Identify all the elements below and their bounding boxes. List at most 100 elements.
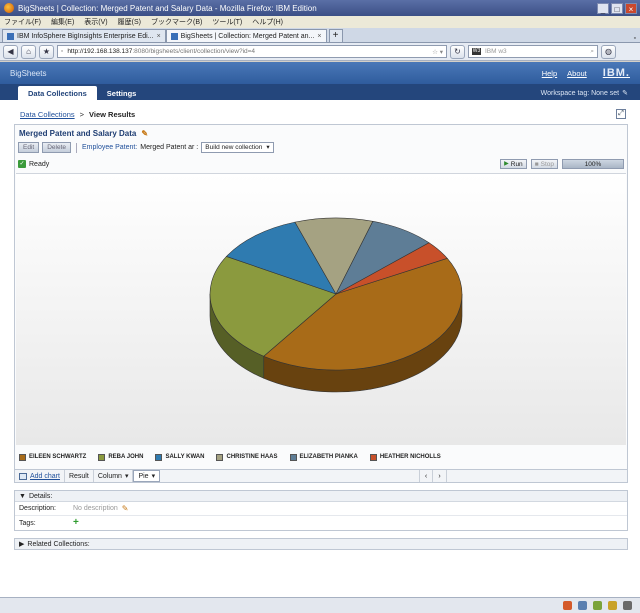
legend-item[interactable]: EILEEN SCHWARTZ [19, 453, 86, 461]
chevron-left-icon[interactable]: ‹ [419, 470, 433, 482]
progress-label: 100% [584, 161, 602, 168]
extension-icon[interactable] [593, 601, 602, 610]
browser-tab-bigsheets[interactable]: BigSheets | Collection: Merged Patent an… [165, 29, 327, 42]
legend-label: ELIZABETH PIANKA [299, 454, 358, 460]
new-tab-button[interactable]: + [328, 29, 343, 42]
menu-history[interactable]: 履歴(S) [118, 17, 141, 27]
breadcrumb: Data Collections > View Results [20, 110, 135, 119]
addon-icon[interactable] [563, 601, 572, 610]
build-collection-label: Build new collection [205, 143, 263, 151]
browser-status-bar [0, 597, 640, 613]
legend-swatch [19, 453, 26, 461]
delete-button[interactable]: Delete [42, 142, 71, 153]
help-link[interactable]: Help [542, 69, 557, 78]
search-bar[interactable]: W3 IBM w3 ⌕ [468, 45, 598, 58]
globe-icon[interactable]: ◍ [601, 44, 616, 59]
legend-swatch [216, 453, 224, 461]
minimize-button[interactable]: _ [597, 2, 609, 14]
menu-help[interactable]: ヘルプ(H) [252, 17, 283, 27]
ready-check-icon: ✓ [18, 160, 26, 168]
about-link[interactable]: About [567, 69, 587, 78]
legend-item[interactable]: CHRISTINE HAAS [216, 453, 278, 461]
source-collection-link[interactable]: Employee Patent: [82, 144, 137, 151]
chevron-down-icon[interactable]: ▾ [152, 472, 156, 480]
legend-label: REBA JOHN [108, 454, 144, 460]
app-brand: BigSheets [10, 68, 47, 78]
stop-button[interactable]: ■ Stop [530, 159, 558, 169]
page-icon: ▫ [61, 48, 64, 55]
legend-swatch [98, 453, 106, 461]
menu-view[interactable]: 表示(V) [84, 17, 107, 27]
tab-result[interactable]: Result [65, 470, 94, 482]
description-value: No description ✎ [73, 504, 128, 513]
url-bar[interactable]: ▫ http://192.168.138.137:8080/bigsheets/… [57, 45, 447, 58]
chevron-down-icon[interactable]: ▾ [125, 472, 129, 480]
legend-item[interactable]: REBA JOHN [98, 453, 144, 461]
build-collection-dropdown[interactable]: Build new collection ▾ [201, 142, 274, 153]
related-collections-title: Related Collections: [27, 540, 90, 548]
menu-bookmarks[interactable]: ブックマーク(B) [151, 17, 202, 27]
close-tab-icon[interactable]: × [157, 33, 161, 40]
status-text: Ready [29, 160, 50, 168]
search-icon[interactable]: ⌕ [590, 48, 594, 56]
menu-tools[interactable]: ツール(T) [212, 17, 242, 27]
close-tab-icon[interactable]: × [317, 33, 321, 40]
add-chart-icon [19, 472, 27, 480]
bookmark-menu-button[interactable]: ★ [39, 44, 54, 59]
breadcrumb-data-collections[interactable]: Data Collections [20, 110, 75, 119]
menu-bar: ファイル(F) 編集(E) 表示(V) 履歴(S) ブックマーク(B) ツール(… [0, 16, 640, 28]
add-chart-button[interactable]: Add chart [15, 470, 65, 482]
tags-row: Tags: + [15, 516, 627, 530]
workspace-tag: Workspace tag: None set ✎ [541, 86, 628, 100]
related-collections-section[interactable]: ▶ Related Collections: [14, 538, 628, 550]
search-engine-icon[interactable]: W3 [472, 48, 481, 55]
stop-icon: ■ [534, 160, 539, 168]
ibm-logo: IBM. [602, 67, 630, 79]
url-path: :8080/bigsheets/client/collection/view?i… [132, 48, 256, 55]
maximize-view-icon[interactable]: ⤢ [616, 109, 626, 119]
menu-edit[interactable]: 編集(E) [51, 17, 74, 27]
legend-item[interactable]: SALLY KWAN [155, 453, 204, 461]
description-row: Description: No description ✎ [15, 502, 627, 516]
notification-icon[interactable] [608, 601, 617, 610]
reload-button[interactable]: ↻ [450, 44, 465, 59]
run-button[interactable]: ▶ Run [500, 159, 527, 169]
close-button[interactable]: × [625, 2, 637, 14]
add-chart-label: Add chart [30, 472, 60, 480]
search-input[interactable]: IBM w3 [485, 48, 507, 55]
legend-swatch [369, 453, 377, 461]
legend-label: CHRISTINE HAAS [226, 454, 278, 460]
edit-button[interactable]: Edit [18, 142, 40, 153]
triangle-down-icon: ▼ [19, 492, 26, 500]
tab-column[interactable]: Column ▾ [94, 470, 134, 482]
description-text: No description [73, 505, 118, 512]
tab-pie[interactable]: Pie ▾ [133, 470, 161, 482]
settings-icon[interactable] [623, 601, 632, 610]
pencil-icon[interactable]: ✎ [622, 89, 628, 97]
collection-title: Merged Patent and Salary Data ✎ [19, 129, 148, 138]
edit-description-pencil-icon[interactable]: ✎ [122, 504, 129, 513]
chevron-right-icon[interactable]: › [433, 470, 447, 482]
tab-data-collections[interactable]: Data Collections [18, 86, 97, 100]
workspace-tag-label: Workspace tag: None set [540, 89, 620, 97]
browser-tab-biginsights[interactable]: IBM InfoSphere BigInsights Enterprise Ed… [2, 29, 166, 42]
collection-panel: Merged Patent and Salary Data ✎ Edit Del… [14, 124, 628, 470]
back-button[interactable]: ◀ [3, 44, 18, 59]
add-tag-plus-icon[interactable]: + [73, 518, 79, 528]
legend-item[interactable]: HEATHER NICHOLLS [369, 453, 441, 461]
details-header[interactable]: ▼ Details: [15, 491, 627, 502]
legend-label: HEATHER NICHOLLS [379, 454, 441, 460]
description-label: Description: [19, 505, 56, 512]
tab-settings[interactable]: Settings [97, 86, 147, 100]
breadcrumb-separator: > [79, 110, 84, 119]
home-menu-button[interactable]: ⌂ [21, 44, 36, 59]
browser-tab-label: IBM InfoSphere BigInsights Enterprise Ed… [17, 32, 154, 40]
menu-file[interactable]: ファイル(F) [4, 17, 41, 27]
sync-icon[interactable] [578, 601, 587, 610]
ibm-favicon-icon [170, 32, 178, 40]
bookmark-star-icon[interactable]: ☆ ▾ [432, 48, 443, 56]
tab-list-icon[interactable]: ▫ [634, 35, 636, 42]
maximize-button[interactable]: □ [611, 2, 623, 14]
edit-title-pencil-icon[interactable]: ✎ [141, 129, 148, 138]
legend-item[interactable]: ELIZABETH PIANKA [289, 453, 358, 461]
